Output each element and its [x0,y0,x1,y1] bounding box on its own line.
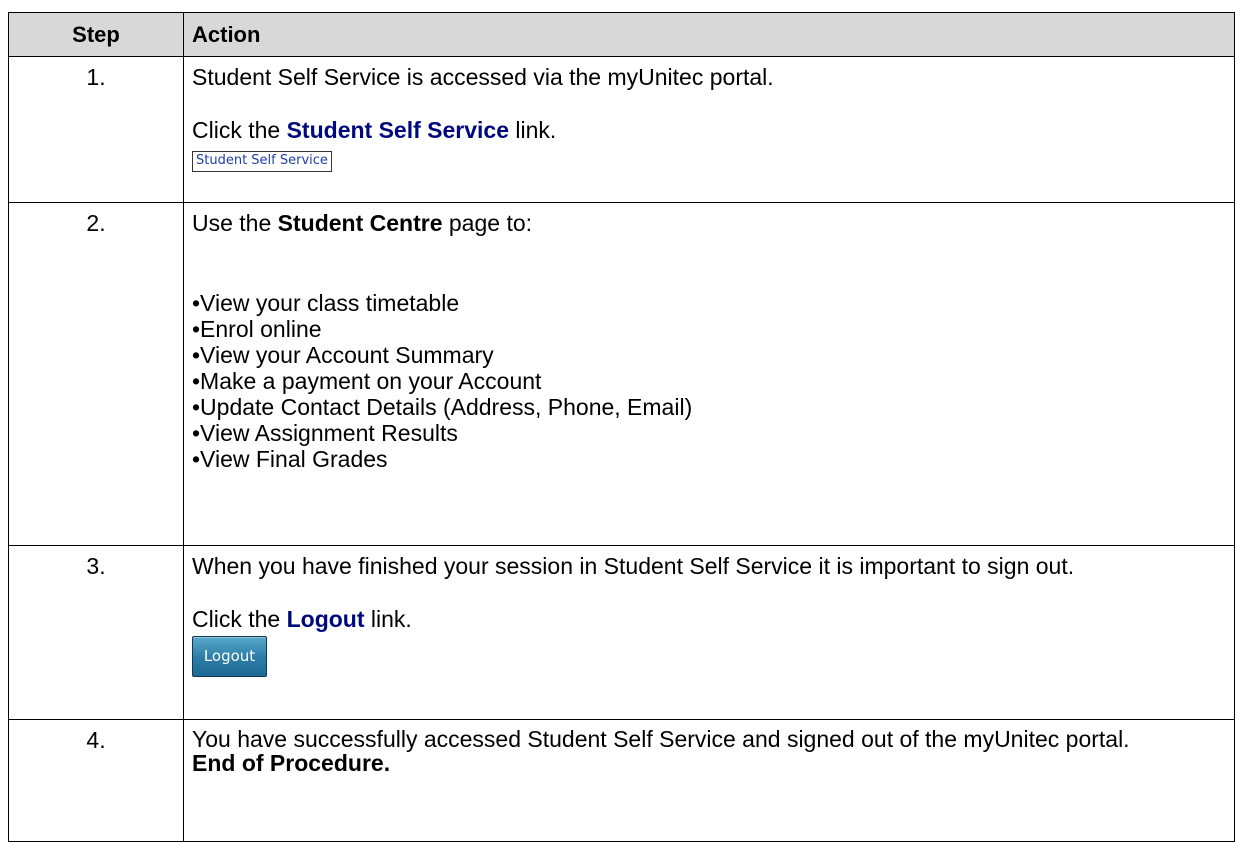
step-cell: 3. [8,545,184,720]
table-row: 3. When you have finished your session i… [8,545,1235,720]
action-cell: Student Self Service is accessed via the… [183,56,1235,203]
step-cell: 4. [8,719,184,842]
action-header: Action [183,12,1235,57]
end-of-procedure: End of Procedure. [192,750,391,776]
step-number: 2. [86,210,106,236]
logout-button[interactable]: Logout [192,636,267,677]
step-number: 1. [86,64,106,90]
student-self-service-link[interactable]: Student Self Service [192,151,332,172]
list-item: •View Final Grades [192,446,388,472]
action-cell: Use the Student Centre page to: •View yo… [183,202,1235,546]
list-item: •View your Account Summary [192,342,494,368]
list-item: •Enrol online [192,316,322,342]
table-row: 4. You have successfully accessed Studen… [8,719,1235,842]
instruction-text: Click the Student Self Service link. [192,117,557,143]
instruction-text: Click the Logout link. [192,606,412,632]
student-self-service-link-label: Student Self Service [286,117,510,143]
action-header-label: Action [192,22,261,47]
step-cell: 2. [8,202,184,546]
procedure-table: Step Action 1. Student Self Service is a… [8,12,1235,842]
list-item: •Update Contact Details (Address, Phone,… [192,394,693,420]
step-header-label: Step [72,22,120,47]
step-header: Step [8,12,184,57]
header-row: Step Action [8,12,1235,57]
action-cell: You have successfully accessed Student S… [183,719,1235,842]
student-centre-label: Student Centre [277,210,443,236]
action-cell: When you have finished your session in S… [183,545,1235,720]
list-item: •Make a payment on your Account [192,368,542,394]
list-item: •View your class timetable [192,290,460,316]
table-row: 1. Student Self Service is accessed via … [8,56,1235,203]
action-text: Use the Student Centre page to: [192,210,533,236]
step-number: 4. [86,727,106,753]
action-text: When you have finished your session in S… [192,553,1075,579]
logout-link-label: Logout [286,606,365,632]
step-cell: 1. [8,56,184,203]
action-text: You have successfully accessed Student S… [192,726,1130,752]
step-number: 3. [86,553,106,579]
list-item: •View Assignment Results [192,420,458,446]
action-text: Student Self Service is accessed via the… [192,64,774,90]
table-row: 2. Use the Student Centre page to: •View… [8,202,1235,546]
